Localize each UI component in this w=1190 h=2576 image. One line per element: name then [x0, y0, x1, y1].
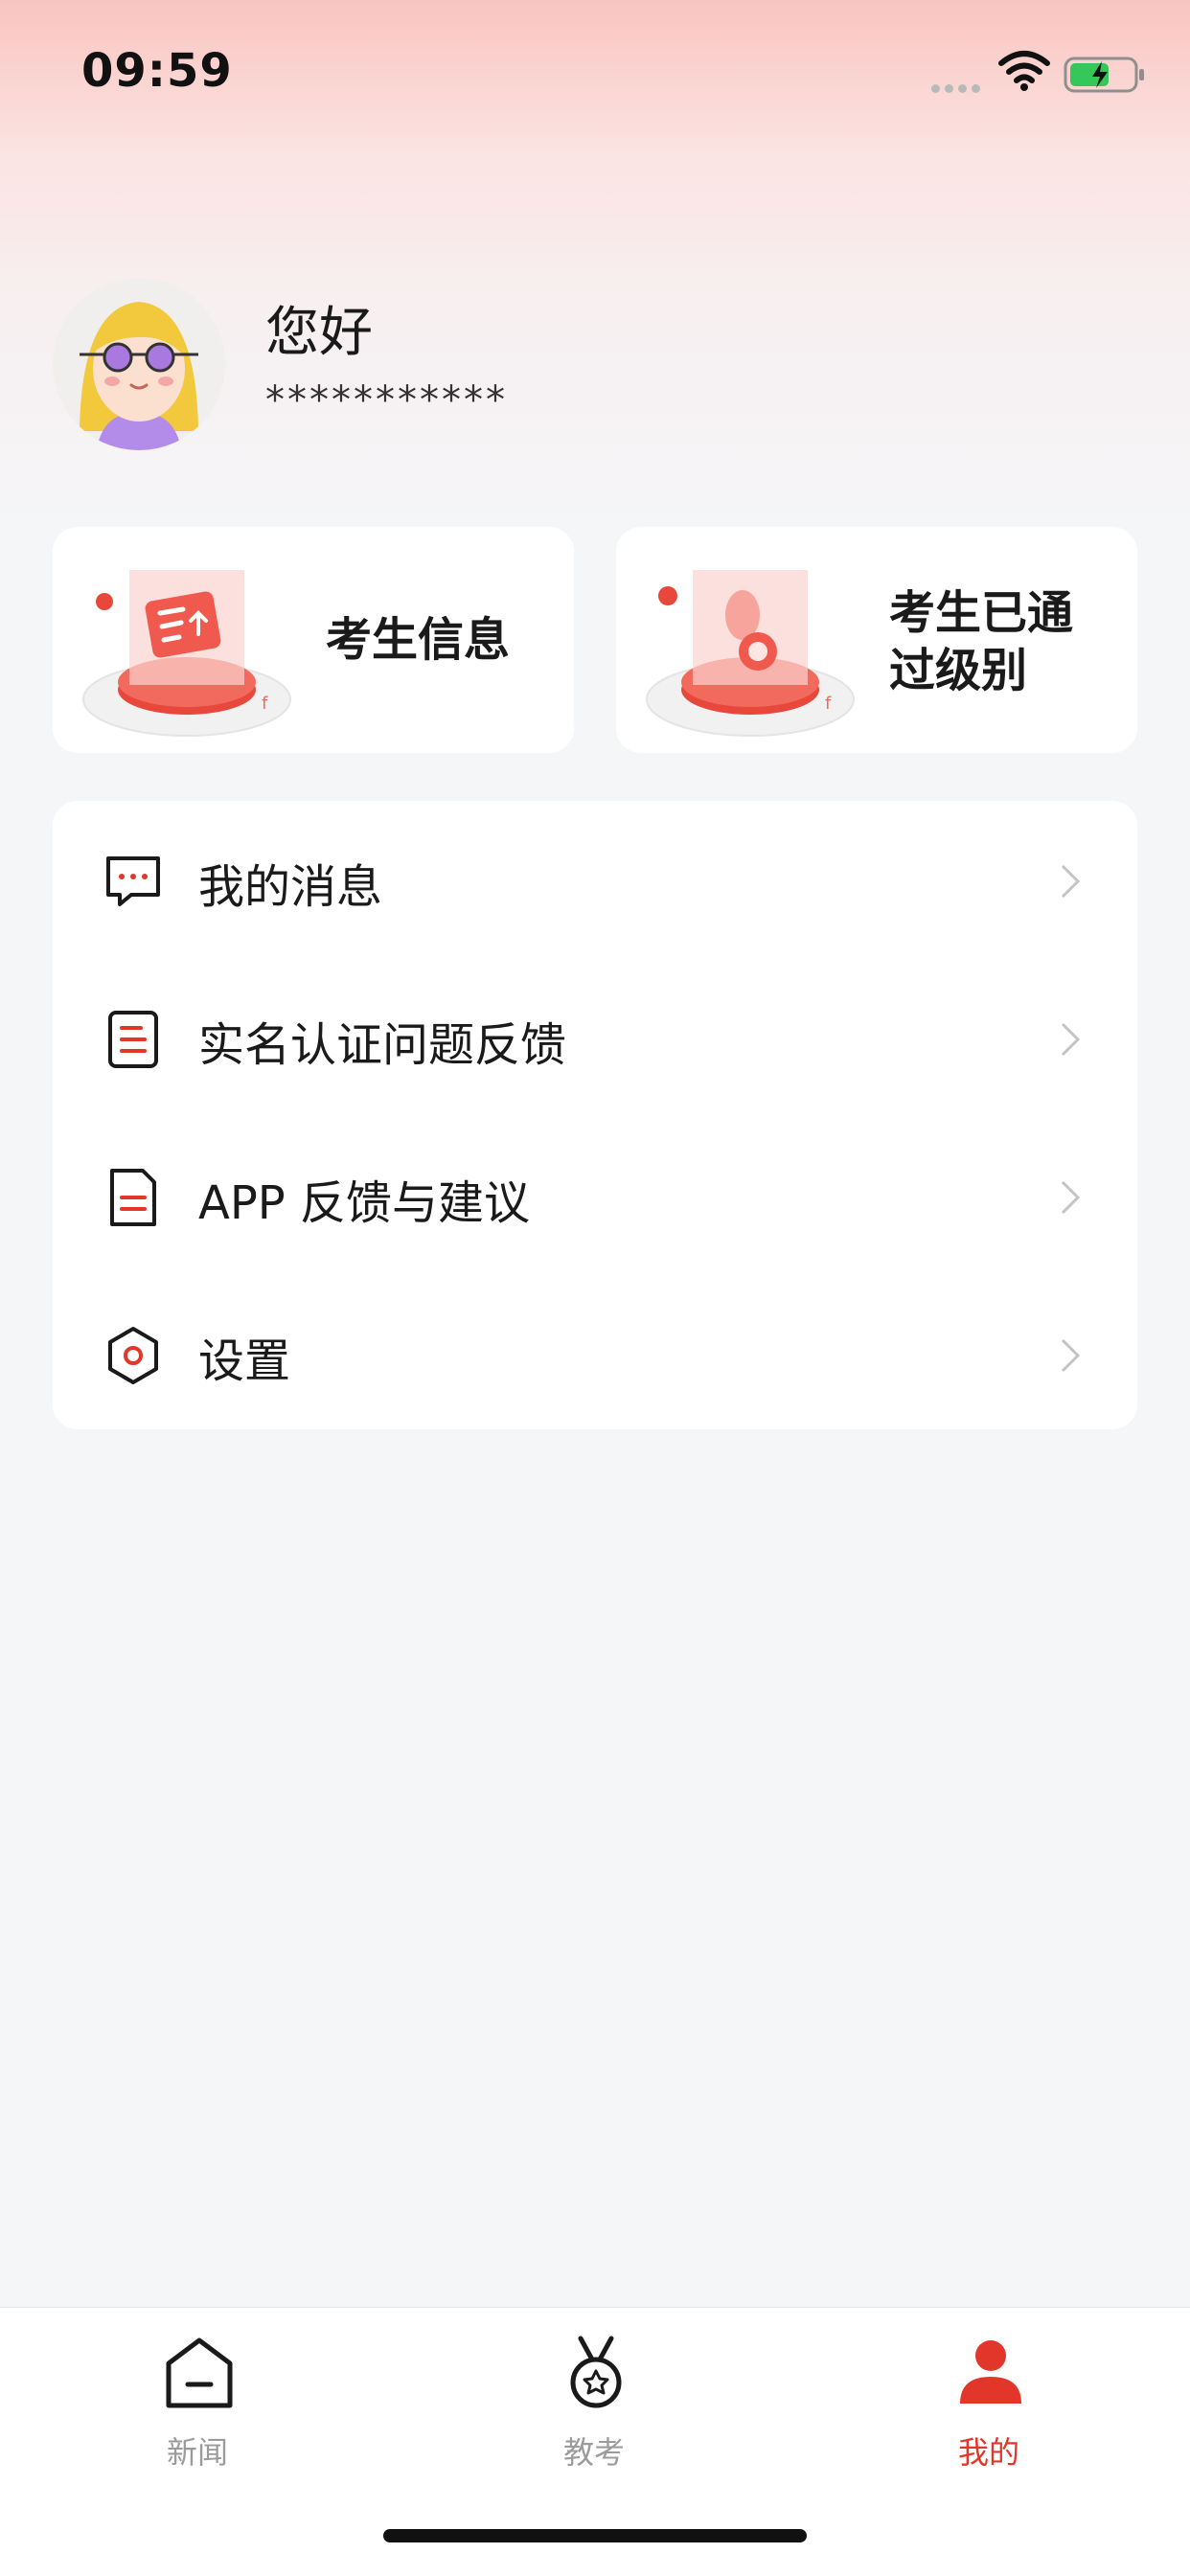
home-indicator	[383, 2529, 807, 2542]
menu-list: 我的消息 实名认证问题反馈 APP 反馈与建议 设置	[53, 801, 1137, 1429]
menu-label: APP 反馈与建议	[198, 1176, 530, 1230]
user-icon	[960, 2340, 1021, 2404]
document-upload-illustration: f	[82, 570, 291, 737]
menu-item-settings[interactable]: 设置	[53, 1275, 1137, 1428]
medal-icon	[570, 2336, 622, 2408]
masked-id: ***********	[265, 378, 508, 422]
tab-label: 新闻	[166, 2434, 228, 2471]
tab-label: 我的	[957, 2434, 1019, 2471]
chevron-right-icon	[1061, 1338, 1081, 1373]
tab-exam[interactable]: 教考	[498, 2335, 690, 2488]
menu-item-messages[interactable]: 我的消息	[53, 801, 1137, 954]
candidate-info-card[interactable]: f 考生信息	[53, 527, 574, 753]
avatar[interactable]	[53, 278, 225, 450]
profile-header: 您好 ***********	[53, 278, 1107, 460]
menu-label: 设置	[198, 1334, 291, 1388]
tab-news[interactable]: 新闻	[102, 2335, 293, 2488]
chevron-right-icon	[1061, 1022, 1081, 1057]
settings-icon	[108, 1327, 158, 1384]
home-icon	[166, 2337, 233, 2408]
menu-item-app-feedback[interactable]: APP 反馈与建议	[53, 1117, 1137, 1270]
medal-illustration: f	[646, 570, 855, 737]
passed-levels-label: 考生已通过级别	[889, 586, 1074, 697]
menu-label: 实名认证问题反馈	[198, 1018, 567, 1072]
passed-levels-card[interactable]: f 考生已通过级别	[616, 527, 1137, 753]
menu-item-realname-feedback[interactable]: 实名认证问题反馈	[53, 959, 1137, 1112]
candidate-info-label: 考生信息	[326, 613, 511, 667]
status-time: 09:59	[81, 44, 233, 98]
chevron-right-icon	[1061, 864, 1081, 899]
greeting-text: 您好	[265, 302, 373, 364]
document-icon	[110, 1169, 156, 1226]
avatar-illustration	[53, 278, 225, 450]
tab-mine[interactable]: 我的	[893, 2335, 1085, 2488]
status-bar: 09:59	[0, 0, 1190, 144]
signal-icon	[931, 79, 987, 93]
wifi-icon	[998, 51, 1050, 91]
quick-cards: f 考生信息 f 考生已通过级别	[53, 527, 1137, 753]
battery-icon	[1064, 57, 1144, 93]
menu-label: 我的消息	[198, 860, 383, 914]
message-icon	[106, 856, 160, 906]
svg-text:f: f	[825, 694, 832, 714]
chevron-right-icon	[1061, 1180, 1081, 1215]
tab-label: 教考	[562, 2434, 625, 2471]
svg-text:f: f	[262, 694, 268, 714]
form-icon	[108, 1011, 158, 1068]
